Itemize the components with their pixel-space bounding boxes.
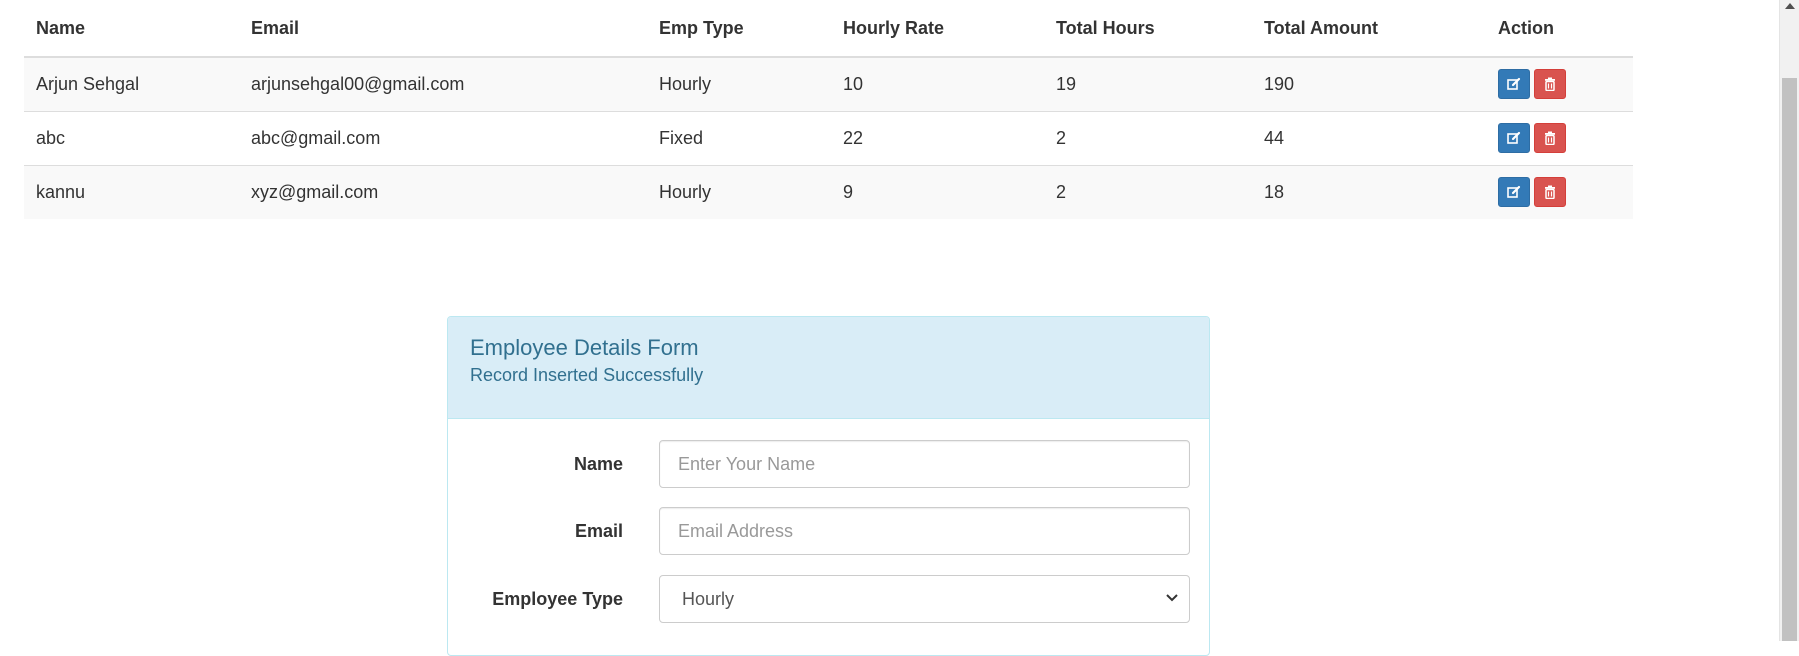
form-title: Employee Details Form [470, 335, 699, 360]
delete-button[interactable] [1534, 123, 1566, 153]
employee-type-selected-value: Hourly [682, 589, 735, 609]
cell-name: kannu [24, 164, 239, 219]
trash-icon [1545, 185, 1555, 200]
column-header-hourly-rate: Hourly Rate [831, 0, 1044, 58]
cell-total-hours: 2 [1044, 110, 1252, 165]
cell-email: arjunsehgal00@gmail.com [239, 57, 647, 111]
edit-icon [1507, 131, 1521, 144]
cell-emp-type: Fixed [647, 110, 831, 165]
form-row-email: Email [448, 507, 1209, 555]
column-header-name: Name [24, 0, 239, 58]
cell-emp-type: Hourly [647, 57, 831, 111]
status-message: Record Inserted Successfully [470, 365, 704, 386]
table-row: Arjun Sehgal arjunsehgal00@gmail.com Hou… [24, 57, 1633, 111]
scroll-up-arrow-icon[interactable] [1785, 3, 1795, 9]
cell-emp-type: Hourly [647, 164, 831, 219]
cell-hourly-rate: 10 [831, 57, 1044, 111]
table-row: abc abc@gmail.com Fixed 22 2 44 [24, 110, 1633, 165]
column-header-total-hours: Total Hours [1044, 0, 1252, 58]
cell-total-amount: 190 [1252, 57, 1486, 111]
cell-actions [1486, 57, 1633, 111]
edit-button[interactable] [1498, 69, 1530, 100]
employee-type-select[interactable]: Hourly [659, 575, 1190, 623]
delete-button[interactable] [1534, 177, 1566, 208]
name-label: Name [573, 454, 623, 474]
cell-actions [1486, 164, 1633, 219]
cell-email: xyz@gmail.com [239, 164, 647, 219]
employee-details-panel: Employee Details Form Record Inserted Su… [447, 316, 1210, 656]
cell-total-hours: 2 [1044, 164, 1252, 219]
name-input[interactable] [659, 440, 1190, 488]
trash-icon [1545, 77, 1555, 92]
email-input[interactable] [659, 507, 1190, 555]
cell-total-hours: 19 [1044, 57, 1252, 111]
table-header-row: Name Email Emp Type Hourly Rate Total Ho… [24, 0, 1633, 58]
edit-icon [1507, 78, 1521, 91]
scrollbar-thumb[interactable] [1782, 78, 1797, 641]
form-row-employee-type: Employee Type Hourly [448, 575, 1209, 623]
cell-actions [1486, 110, 1633, 165]
form-row-name: Name [448, 440, 1209, 488]
chevron-down-icon [1166, 594, 1178, 602]
column-header-total-amount: Total Amount [1252, 0, 1486, 58]
edit-icon [1507, 186, 1521, 199]
cell-name: abc [24, 110, 239, 165]
cell-hourly-rate: 9 [831, 164, 1044, 219]
trash-icon [1545, 131, 1555, 145]
cell-email: abc@gmail.com [239, 110, 647, 165]
cell-name: Arjun Sehgal [24, 57, 239, 111]
panel-heading: Employee Details Form Record Inserted Su… [448, 317, 1209, 419]
column-header-emp-type: Emp Type [647, 0, 831, 58]
employee-table-container: Name Email Emp Type Hourly Rate Total Ho… [24, 0, 1633, 219]
delete-button[interactable] [1534, 69, 1566, 100]
cell-total-amount: 44 [1252, 110, 1486, 165]
cell-hourly-rate: 22 [831, 110, 1044, 165]
vertical-scrollbar[interactable] [1779, 0, 1799, 641]
employee-table: Name Email Emp Type Hourly Rate Total Ho… [24, 0, 1633, 219]
employee-type-label: Employee Type [492, 589, 623, 609]
column-header-action: Action [1486, 0, 1633, 58]
cell-total-amount: 18 [1252, 164, 1486, 219]
edit-button[interactable] [1498, 177, 1530, 208]
email-label: Email [574, 521, 623, 541]
edit-button[interactable] [1498, 123, 1530, 153]
column-header-email: Email [239, 0, 647, 58]
table-row: kannu xyz@gmail.com Hourly 9 2 18 [24, 164, 1633, 219]
